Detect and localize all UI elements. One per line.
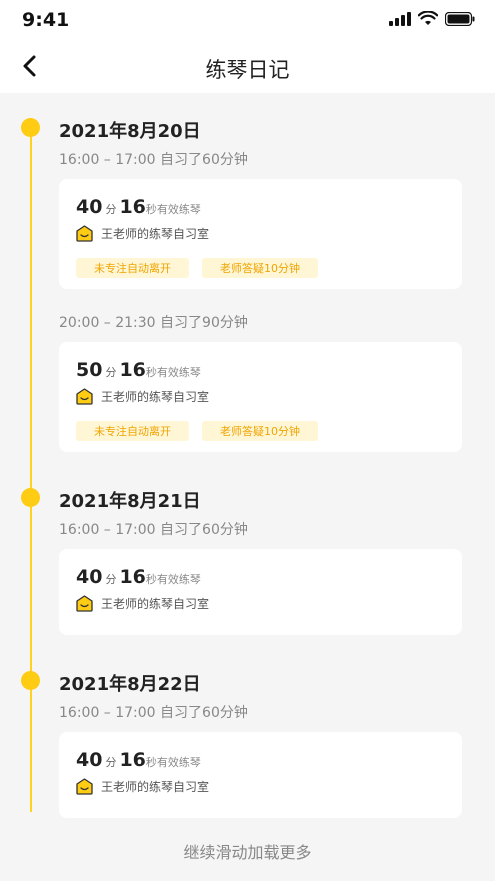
duration-suffix: 秒有效练琴: [145, 573, 201, 586]
signal-icon: [389, 11, 411, 26]
wifi-icon: [418, 11, 438, 25]
duration-minutes: 40: [76, 566, 103, 588]
session-card[interactable]: 40 分 16秒有效练琴 王老师的练琴自习室 未专注自动离开 老师答疑10分钟: [59, 179, 462, 289]
room-name: 王老师的练琴自习室: [101, 390, 210, 404]
session-time: 16:00 – 17:00 自习了60分钟: [59, 522, 248, 538]
timeline-dot: [21, 671, 40, 690]
battery-icon: [445, 11, 475, 26]
nav-bar: 练琴日记: [0, 40, 495, 93]
room-info: 王老师的练琴自习室: [76, 388, 209, 405]
tag-teacher-qa: 老师答疑10分钟: [202, 421, 318, 441]
room-name: 王老师的练琴自习室: [101, 780, 210, 794]
tag-left-auto: 未专注自动离开: [76, 258, 189, 278]
room-logo-icon: [76, 388, 93, 405]
room-name: 王老师的练琴自习室: [101, 227, 210, 241]
tag-left-auto: 未专注自动离开: [76, 421, 189, 441]
session-time: 20:00 – 21:30 自习了90分钟: [59, 315, 248, 331]
duration-seconds: 16: [119, 196, 146, 218]
tag-teacher-qa: 老师答疑10分钟: [202, 258, 318, 278]
duration-seconds: 16: [119, 359, 146, 381]
tag-list: 未专注自动离开 老师答疑10分钟: [76, 258, 318, 278]
session-card[interactable]: 40 分 16秒有效练琴 王老师的练琴自习室: [59, 732, 462, 818]
session-card[interactable]: 40 分 16秒有效练琴 王老师的练琴自习室: [59, 549, 462, 635]
duration-suffix: 秒有效练琴: [145, 203, 201, 216]
duration-minutes: 40: [76, 196, 103, 218]
minutes-unit: 分: [105, 366, 117, 379]
room-logo-icon: [76, 225, 93, 242]
room-info: 王老师的练琴自习室: [76, 778, 209, 795]
room-logo-icon: [76, 595, 93, 612]
practice-duration: 40 分 16秒有效练琴: [76, 196, 201, 218]
room-info: 王老师的练琴自习室: [76, 225, 209, 242]
duration-minutes: 50: [76, 359, 103, 381]
session-time: 16:00 – 17:00 自习了60分钟: [59, 152, 248, 168]
status-icons: [389, 11, 475, 26]
day-date: 2021年8月22日: [59, 674, 201, 695]
room-logo-icon: [76, 778, 93, 795]
practice-duration: 50 分 16秒有效练琴: [76, 359, 201, 381]
status-time: 9:41: [22, 9, 70, 31]
duration-seconds: 16: [119, 749, 146, 771]
minutes-unit: 分: [105, 203, 117, 216]
timeline-dot: [21, 488, 40, 507]
timeline-dot: [21, 118, 40, 137]
load-more-hint: 继续滑动加载更多: [183, 843, 312, 862]
timeline-line: [30, 127, 32, 812]
tag-list: 未专注自动离开 老师答疑10分钟: [76, 421, 318, 441]
minutes-unit: 分: [105, 573, 117, 586]
session-card[interactable]: 50 分 16秒有效练琴 王老师的练琴自习室 未专注自动离开 老师答疑10分钟: [59, 342, 462, 452]
practice-duration: 40 分 16秒有效练琴: [76, 566, 201, 588]
minutes-unit: 分: [105, 756, 117, 769]
day-date: 2021年8月21日: [59, 491, 201, 512]
duration-seconds: 16: [119, 566, 146, 588]
practice-duration: 40 分 16秒有效练琴: [76, 749, 201, 771]
duration-minutes: 40: [76, 749, 103, 771]
room-info: 王老师的练琴自习室: [76, 595, 209, 612]
duration-suffix: 秒有效练琴: [145, 366, 201, 379]
status-bar: 9:41: [0, 0, 495, 40]
session-time: 16:00 – 17:00 自习了60分钟: [59, 705, 248, 721]
page-title: 练琴日记: [205, 58, 290, 82]
room-name: 王老师的练琴自习室: [101, 597, 210, 611]
day-date: 2021年8月20日: [59, 121, 201, 142]
duration-suffix: 秒有效练琴: [145, 756, 201, 769]
